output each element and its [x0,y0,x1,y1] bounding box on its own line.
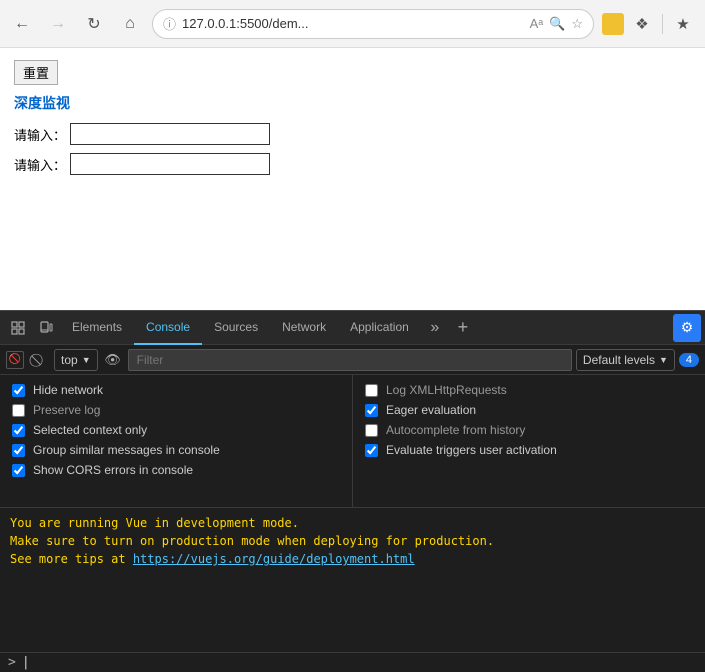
console-cursor[interactable]: | [22,655,30,670]
cors-errors-checkbox[interactable] [12,464,25,477]
page-content: 重置 深度监视 请输入： 请输入： [0,48,705,310]
selected-context-label: Selected context only [33,423,147,437]
form-label-1: 请输入： [14,125,66,144]
tab-console[interactable]: Console [134,311,202,345]
checkbox-preserve-log: Preserve log [12,403,340,417]
hide-network-label: Hide network [33,383,103,397]
autocomplete-checkbox[interactable] [365,424,378,437]
form-label-2: 请输入： [14,155,66,174]
console-output: You are running Vue in development mode.… [0,507,705,652]
clear-console-button[interactable]: 🚫 [6,351,24,369]
chrome-actions: ❖ ★ [602,10,697,38]
search-icon: 🔍 [549,16,565,32]
eager-eval-checkbox[interactable] [365,404,378,417]
console-input-row: > | [0,652,705,672]
toggle-sidebar-button[interactable]: 👁 [102,349,124,371]
form-row-1: 请输入： [14,123,691,145]
favorites-button[interactable]: ★ [669,10,697,38]
inspect-element-button[interactable] [4,314,32,342]
eager-eval-label: Eager evaluation [386,403,476,417]
checkbox-selected-context: Selected context only [12,423,340,437]
checkbox-cors-errors: Show CORS errors in console [12,463,340,477]
back-button[interactable]: ← [8,10,36,38]
levels-dropdown[interactable]: Default levels ▼ [576,349,675,371]
checkbox-group-similar: Group similar messages in console [12,443,340,457]
tab-application[interactable]: Application [338,311,421,345]
settings-right: Log XMLHttpRequests Eager evaluation Aut… [353,375,705,507]
preserve-log-label: Preserve log [33,403,100,417]
browser-chrome: ← → ↻ ⌂ ⓘ 127.0.0.1:5500/dem... Aᵃ 🔍 ☆ ❖… [0,0,705,48]
font-size-icon: Aᵃ [530,16,544,31]
form-row-2: 请输入： [14,153,691,175]
extensions-button[interactable]: ❖ [628,10,656,38]
page-title: 深度监视 [14,93,691,113]
group-similar-checkbox[interactable] [12,444,25,457]
forward-button[interactable]: → [44,10,72,38]
hide-network-checkbox[interactable] [12,384,25,397]
address-bar[interactable]: ⓘ 127.0.0.1:5500/dem... Aᵃ 🔍 ☆ [152,9,594,39]
tab-elements[interactable]: Elements [60,311,134,345]
context-value: top [61,353,78,367]
preserve-log-checkbox[interactable] [12,404,25,417]
form-input-1[interactable] [70,123,270,145]
address-text: 127.0.0.1:5500/dem... [182,16,524,31]
settings-left: Hide network Preserve log Selected conte… [0,375,352,507]
console-prompt: > [8,655,16,670]
group-similar-label: Group similar messages in console [33,443,220,457]
devtools-settings-button[interactable]: ⚙ [673,314,701,342]
profile-badge [602,13,624,35]
checkbox-log-xmlhttp: Log XMLHttpRequests [365,383,693,397]
tab-sources[interactable]: Sources [202,311,270,345]
cors-errors-label: Show CORS errors in console [33,463,193,477]
console-toolbar: 🚫 ⃠ top ▼ 👁 Default levels ▼ 4 [0,345,705,375]
checkbox-eval-triggers: Evaluate triggers user activation [365,443,693,457]
block-requests-button[interactable]: ⃠ [28,349,50,371]
reset-button[interactable]: 重置 [14,60,58,85]
tab-network[interactable]: Network [270,311,338,345]
log-xmlhttp-label: Log XMLHttpRequests [386,383,507,397]
home-button[interactable]: ⌂ [116,10,144,38]
chevron-down-icon: ▼ [82,355,91,365]
eval-triggers-checkbox[interactable] [365,444,378,457]
settings-panel: Hide network Preserve log Selected conte… [0,375,705,507]
info-icon: ⓘ [163,14,176,33]
devtools-panel: Elements Console Sources Network Applica… [0,310,705,672]
checkbox-eager-eval: Eager evaluation [365,403,693,417]
levels-chevron-icon: ▼ [659,355,668,365]
device-toolbar-button[interactable] [32,314,60,342]
more-tabs-button[interactable]: » [421,314,449,342]
console-link[interactable]: https://vuejs.org/guide/deployment.html [133,552,415,566]
checkbox-autocomplete: Autocomplete from history [365,423,693,437]
devtools-tabs: Elements Console Sources Network Applica… [0,311,705,345]
eval-triggers-label: Evaluate triggers user activation [386,443,557,457]
console-badge: 4 [679,353,699,367]
levels-label: Default levels [583,353,655,367]
selected-context-checkbox[interactable] [12,424,25,437]
checkbox-hide-network: Hide network [12,383,340,397]
log-xmlhttp-checkbox[interactable] [365,384,378,397]
autocomplete-label: Autocomplete from history [386,423,525,437]
form-input-2[interactable] [70,153,270,175]
console-message-1: You are running Vue in development mode.… [10,514,695,568]
context-selector[interactable]: top ▼ [54,349,98,371]
refresh-button[interactable]: ↻ [80,10,108,38]
filter-input[interactable] [128,349,572,371]
star-icon: ☆ [571,16,583,32]
add-tab-button[interactable]: + [449,314,477,342]
